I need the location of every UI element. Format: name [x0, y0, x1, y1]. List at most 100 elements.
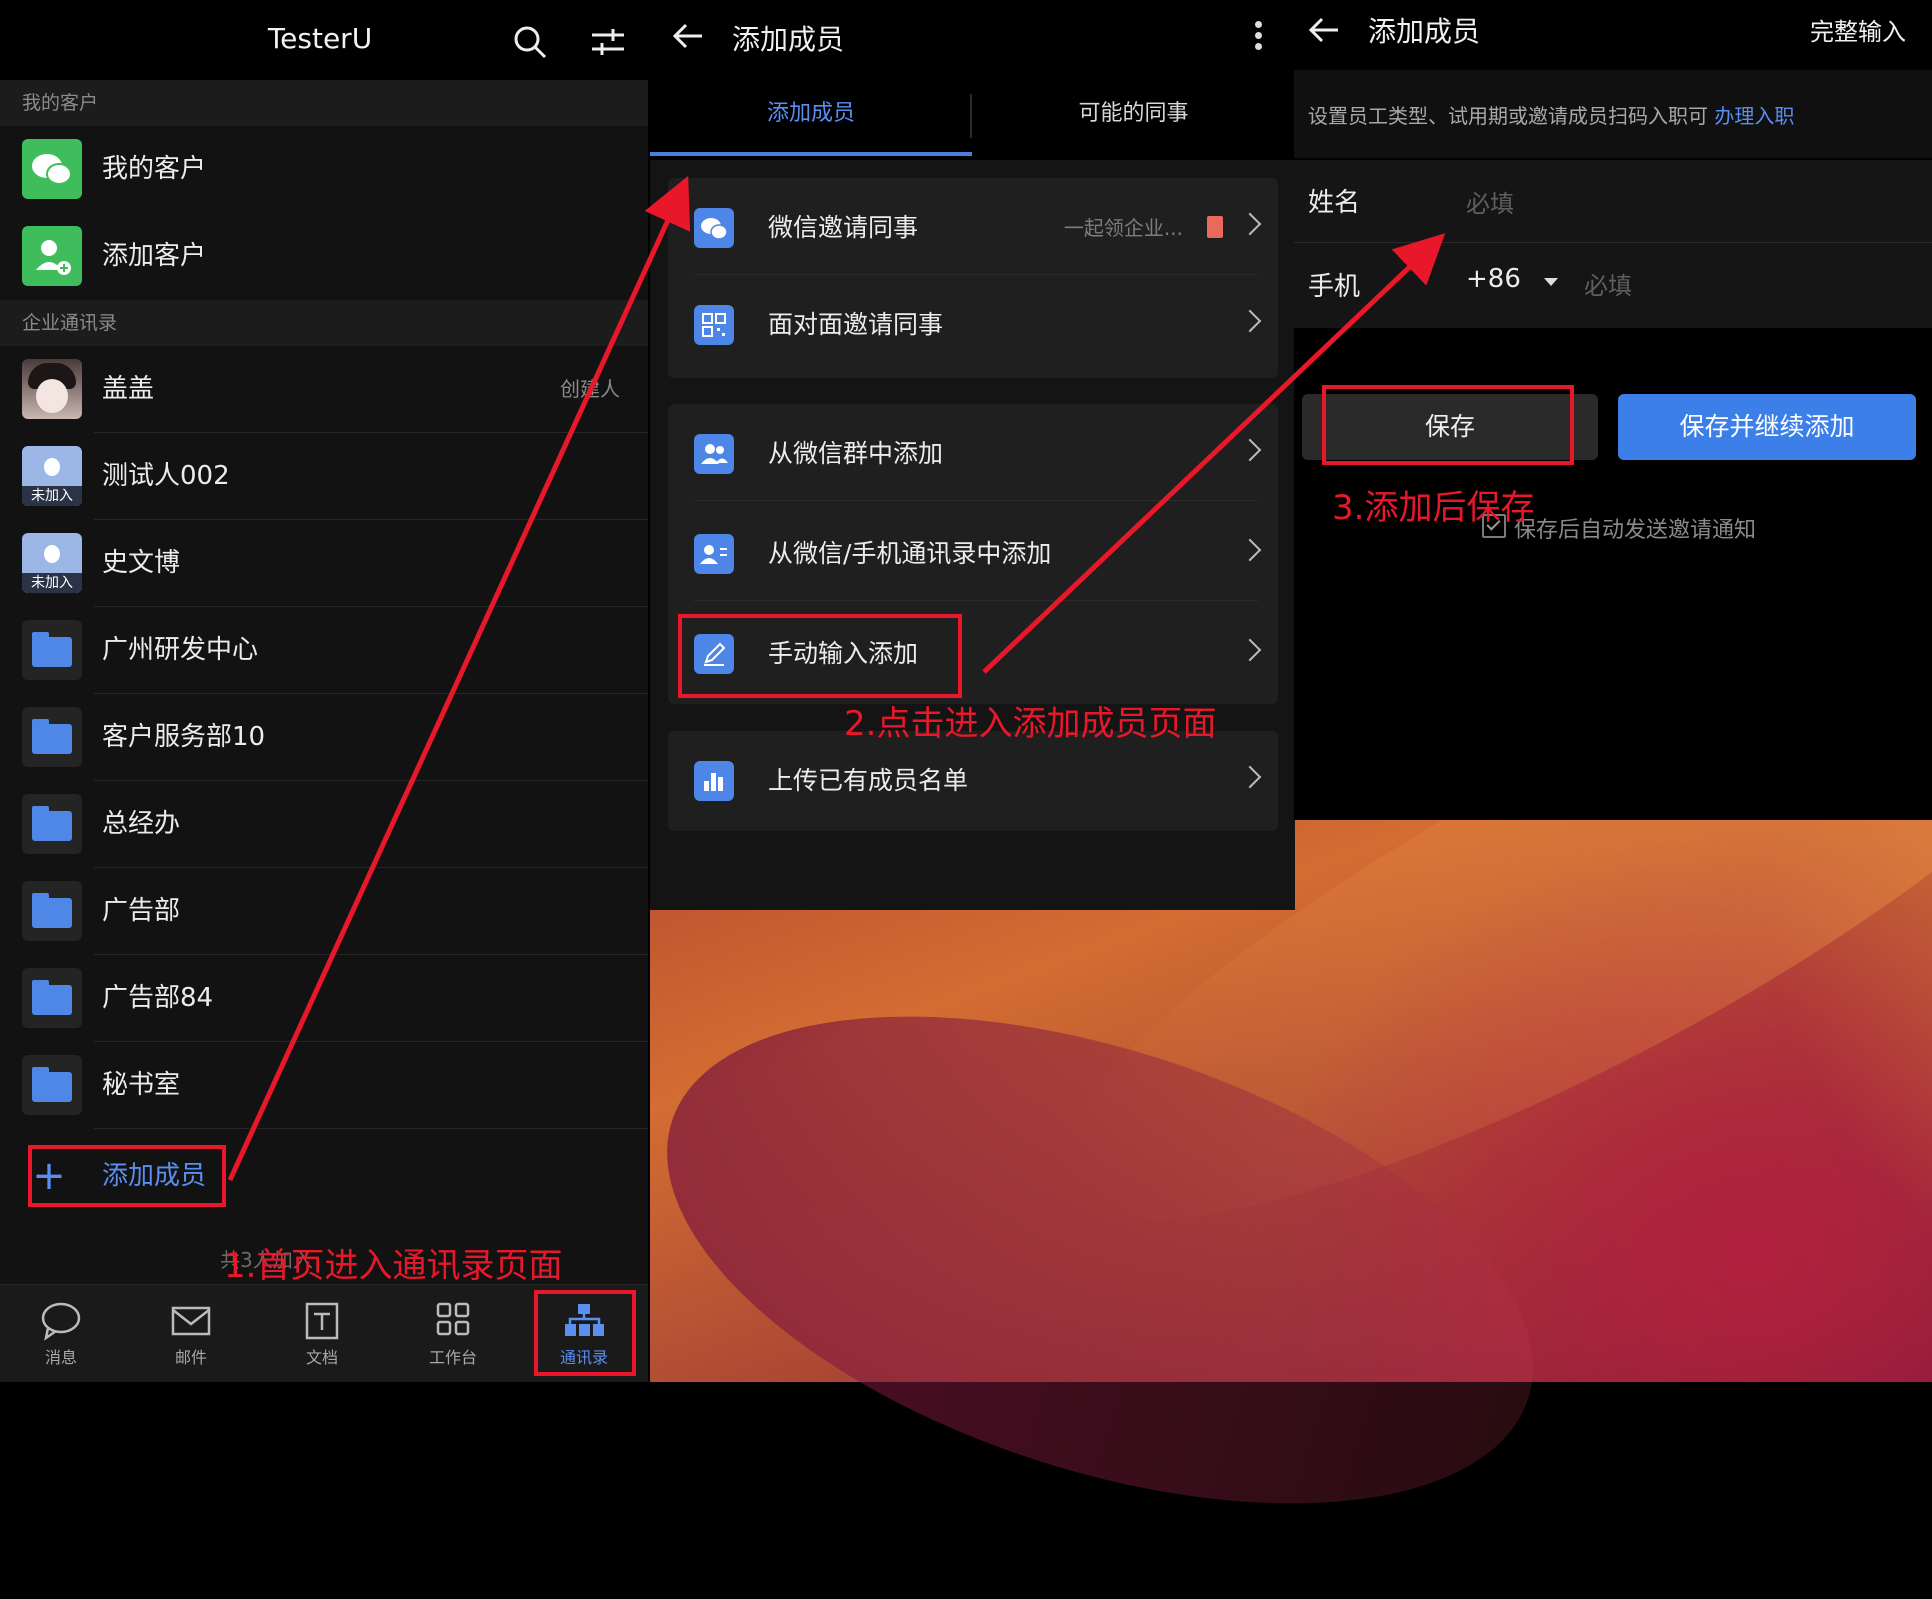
folder-row[interactable]: 广告部: [0, 868, 648, 955]
tab-add-member[interactable]: 添加成员: [650, 95, 972, 127]
folder-icon: [22, 620, 82, 680]
upload-chart-icon: [694, 761, 734, 801]
red-envelope-icon: [1207, 216, 1223, 238]
phone-label: 手机: [1308, 272, 1361, 302]
member-name: 史文博: [102, 548, 181, 578]
menu-item-from-wechat-group[interactable]: 从微信群中添加: [668, 404, 1278, 501]
person-icon: 未加入: [22, 446, 82, 506]
menu-item-extra: 一起领企业...: [1063, 216, 1183, 240]
wechat-icon: [694, 208, 734, 248]
chevron-right-icon: [1238, 638, 1262, 662]
tab-docs[interactable]: 文档: [267, 1290, 377, 1380]
avatar: [22, 359, 82, 419]
creator-tag: 创建人: [560, 377, 620, 401]
folder-row[interactable]: 客户服务部10: [0, 694, 648, 781]
country-code-select[interactable]: +86: [1466, 264, 1521, 294]
contact-card-icon: [694, 534, 734, 574]
folder-icon: [22, 794, 82, 854]
add-member-screen: 添加成员 添加成员 可能的同事 微信邀请同事 一起领企业... 面对面邀请同事 …: [650, 0, 1295, 910]
list-item-add-customer[interactable]: 添加客户: [0, 213, 648, 300]
menu-item-label: 上传已有成员名单: [768, 766, 969, 795]
name-label: 姓名: [1308, 188, 1361, 218]
folder-label: 广告部: [102, 896, 181, 926]
menu-item-label: 从微信群中添加: [768, 439, 944, 468]
wechat-icon: [22, 139, 82, 199]
folder-icon: [22, 881, 82, 941]
member-row-tester002[interactable]: 未加入 测试人002: [0, 433, 648, 520]
form-divider: [1294, 242, 1932, 243]
grid-icon: [430, 1300, 476, 1342]
caret-down-icon[interactable]: [1544, 278, 1558, 286]
auto-notify-label: 保存后自动发送邀请通知: [1514, 518, 1757, 543]
menu-item-upload-list[interactable]: 上传已有成员名单: [668, 731, 1278, 828]
active-tab-indicator: [650, 152, 972, 156]
folder-icon: [22, 707, 82, 767]
back-arrow-icon[interactable]: [1304, 10, 1344, 50]
document-icon: [299, 1300, 345, 1342]
folder-label: 广告部84: [102, 983, 214, 1013]
folder-label: 客户服务部10: [102, 722, 266, 752]
tab-label: 邮件: [174, 1348, 207, 1367]
annotation-step1: 1.首页进入通讯录页面: [224, 1246, 563, 1286]
page-title: 添加成员: [1368, 15, 1481, 48]
search-icon[interactable]: [510, 22, 550, 62]
folder-row[interactable]: 秘书室: [0, 1042, 648, 1129]
onboarding-link[interactable]: 办理入职: [1714, 104, 1794, 128]
not-joined-badge: 未加入: [22, 573, 82, 593]
list-item-my-customers[interactable]: 我的客户: [0, 126, 648, 213]
section-directory: 企业通讯录: [0, 300, 648, 346]
phone-field[interactable]: 必填: [1584, 266, 1632, 301]
highlight-manual-input: [678, 614, 962, 698]
chevron-right-icon: [1238, 765, 1262, 789]
folder-label: 总经办: [102, 809, 181, 839]
highlight-contacts-tab: [534, 1290, 636, 1376]
annotation-step2: 2.点击进入添加成员页面: [844, 704, 1217, 744]
annotation-step3: 3.添加后保存: [1332, 488, 1535, 528]
tab-messages[interactable]: 消息: [6, 1290, 116, 1380]
member-row-gaigai[interactable]: 盖盖 创建人: [0, 346, 648, 433]
member-row-shiwenbo[interactable]: 未加入 史文博: [0, 520, 648, 607]
tab-mail[interactable]: 邮件: [136, 1290, 246, 1380]
highlight-save: [1322, 385, 1574, 465]
person-icon: 未加入: [22, 533, 82, 593]
full-input-link[interactable]: 完整输入: [1810, 12, 1906, 47]
tab-label: 文档: [305, 1348, 338, 1367]
menu-item-label: 从微信/手机通讯录中添加: [768, 539, 1052, 568]
mail-icon: [168, 1300, 214, 1342]
chevron-right-icon: [1238, 309, 1262, 333]
menu-item-face-to-face[interactable]: 面对面邀请同事: [668, 275, 1278, 372]
member-form: [1294, 160, 1932, 328]
tab-label: 消息: [44, 1348, 77, 1367]
menu-item-label: 微信邀请同事: [768, 213, 919, 242]
folder-icon: [22, 1055, 82, 1115]
more-options-icon[interactable]: [1250, 18, 1266, 58]
menu-item-wechat-invite[interactable]: 微信邀请同事 一起领企业...: [668, 178, 1278, 275]
list-item-label: 添加客户: [102, 241, 207, 271]
tab-possible-colleagues[interactable]: 可能的同事: [972, 95, 1295, 127]
list-item-label: 我的客户: [102, 154, 207, 184]
chevron-right-icon: [1238, 438, 1262, 462]
onboarding-description: 设置员工类型、试用期或邀请成员扫码入职可 办理入职: [1308, 100, 1794, 129]
back-arrow-icon[interactable]: [668, 16, 708, 56]
chevron-right-icon: [1238, 212, 1262, 236]
tab-label: 工作台: [428, 1348, 477, 1367]
member-name: 测试人002: [102, 461, 230, 491]
menu-item-from-contacts[interactable]: 从微信/手机通讯录中添加: [668, 504, 1278, 601]
save-and-continue-button[interactable]: 保存并继续添加: [1618, 394, 1916, 460]
page-title: 添加成员: [732, 23, 845, 56]
tab-workbench[interactable]: 工作台: [398, 1290, 508, 1380]
chevron-right-icon: [1238, 538, 1262, 562]
add-contact-icon: [22, 226, 82, 286]
chat-bubble-icon: [38, 1300, 84, 1342]
folder-row[interactable]: 广告部84: [0, 955, 648, 1042]
name-field[interactable]: 必填: [1466, 184, 1514, 219]
folder-label: 秘书室: [102, 1070, 181, 1100]
highlight-add-member: [28, 1145, 226, 1207]
filter-settings-icon[interactable]: [588, 22, 628, 62]
folder-row[interactable]: 广州研发中心: [0, 607, 648, 694]
folder-row[interactable]: 总经办: [0, 781, 648, 868]
not-joined-badge: 未加入: [22, 486, 82, 506]
member-name: 盖盖: [102, 374, 155, 404]
group-icon: [694, 434, 734, 474]
folder-icon: [22, 968, 82, 1028]
